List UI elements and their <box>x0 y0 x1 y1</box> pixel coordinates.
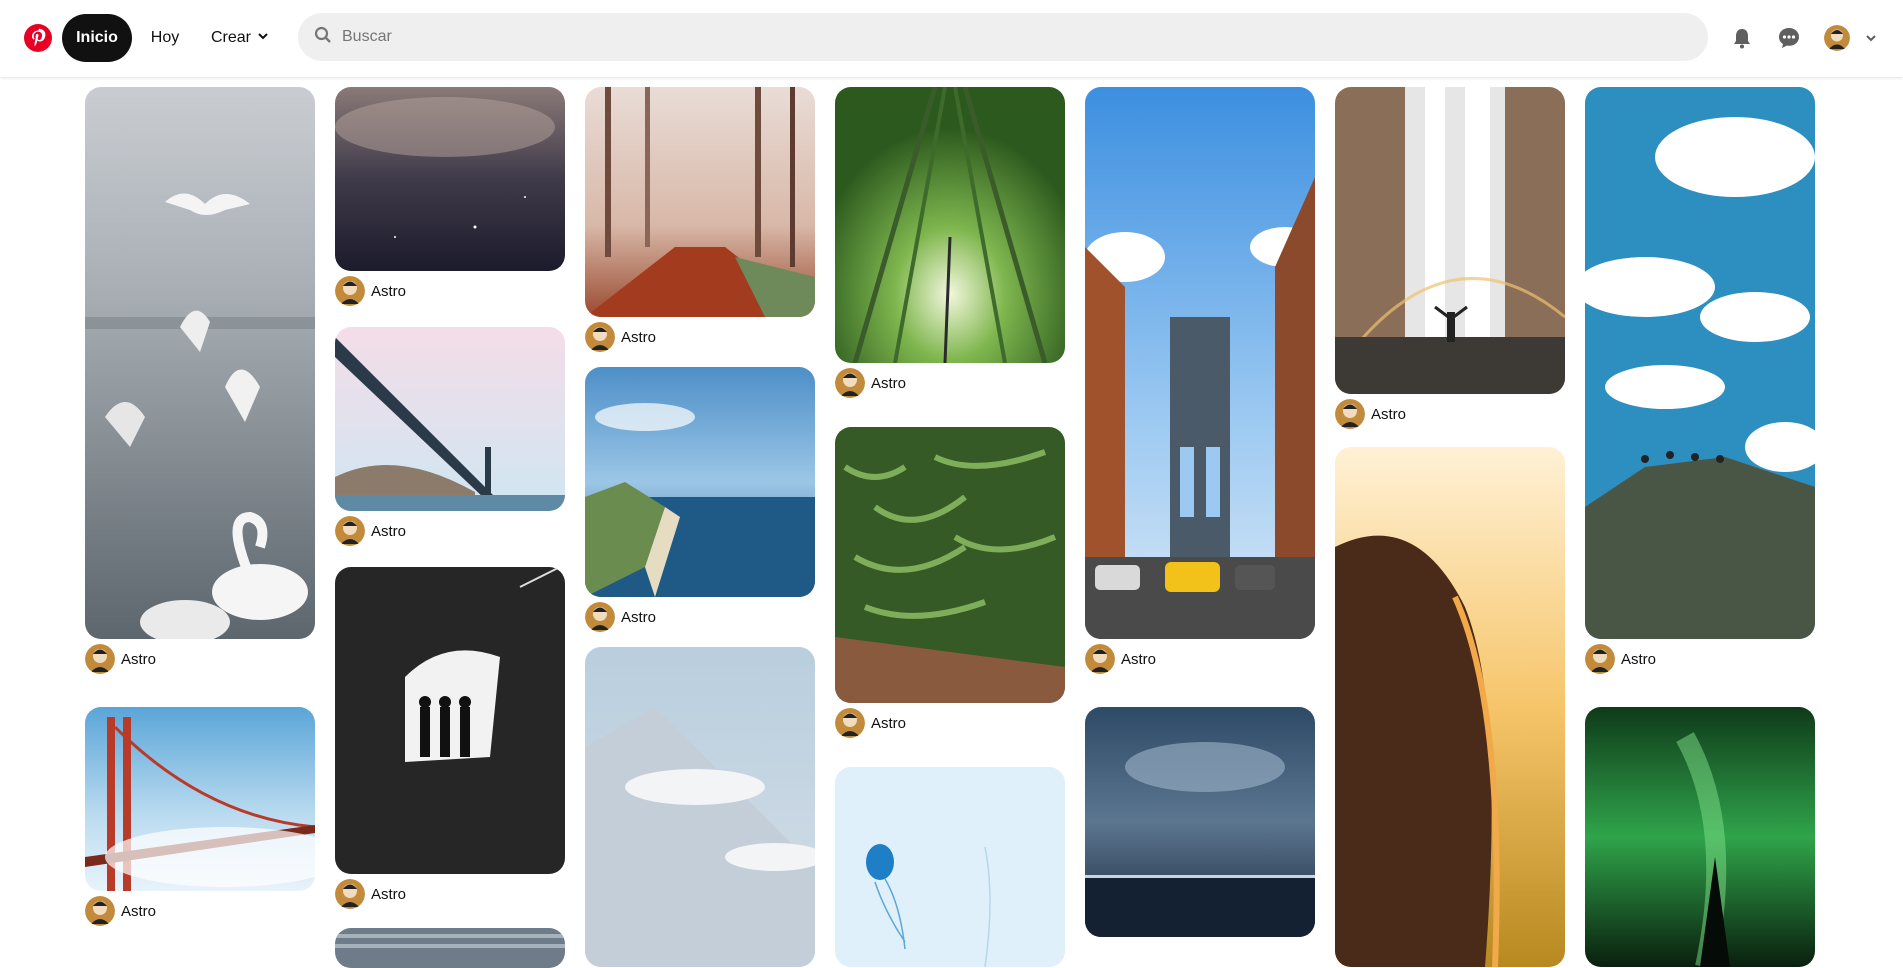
pin-author[interactable]: Astro <box>335 276 565 306</box>
pin-author-name[interactable]: Astro <box>621 329 656 346</box>
pin-image-coastal-cliffs[interactable] <box>585 367 815 597</box>
pin-author-name[interactable]: Astro <box>371 523 406 540</box>
pin-grid: Astro Astro Astro Astro Astro Astro Astr… <box>0 0 1903 968</box>
pin-card[interactable]: Astro <box>1085 87 1315 674</box>
pin-image-night-sky-clouds[interactable] <box>335 87 565 271</box>
search-input[interactable] <box>342 28 1642 46</box>
pinterest-logo[interactable] <box>24 24 52 52</box>
pin-image-green-beans[interactable] <box>835 427 1065 703</box>
pin-card[interactable]: Astro <box>335 327 565 546</box>
pin-author[interactable]: Astro <box>335 516 565 546</box>
pin-author[interactable]: Astro <box>1085 644 1315 674</box>
pin-card[interactable] <box>585 647 815 967</box>
account-menu-chevron-down-icon[interactable] <box>1859 23 1883 53</box>
avatar <box>335 276 365 306</box>
nav-home-button[interactable]: Inicio <box>62 14 132 62</box>
pin-author[interactable]: Astro <box>335 879 565 909</box>
pin-image-blue-jellyfish[interactable] <box>835 767 1065 967</box>
pin-author-name[interactable]: Astro <box>121 651 156 668</box>
pin-card[interactable]: Astro <box>835 427 1065 738</box>
pin-author[interactable]: Astro <box>835 368 1065 398</box>
avatar <box>85 644 115 674</box>
pin-author[interactable]: Astro <box>585 322 815 352</box>
pin-image-golden-gate-from-below[interactable] <box>335 327 565 511</box>
pin-card[interactable]: Astro <box>1585 87 1815 674</box>
avatar <box>85 896 115 926</box>
pin-card[interactable]: Astro <box>335 567 565 909</box>
pin-image-seagulls-swans[interactable] <box>85 87 315 639</box>
top-navigation-bar: Inicio Hoy Crear <box>0 0 1903 77</box>
avatar <box>1085 644 1115 674</box>
pin-card[interactable]: Astro <box>85 707 315 926</box>
avatar <box>835 708 865 738</box>
pin-image-partial[interactable] <box>335 928 565 968</box>
nav-today-button[interactable]: Hoy <box>140 14 190 62</box>
pin-author-name[interactable]: Astro <box>371 283 406 300</box>
pin-card[interactable] <box>1585 707 1815 967</box>
avatar <box>335 879 365 909</box>
search-bar[interactable] <box>298 13 1708 61</box>
pin-card[interactable]: Astro <box>335 87 565 306</box>
avatar <box>835 368 865 398</box>
avatar <box>585 602 615 632</box>
pin-card[interactable] <box>835 767 1065 967</box>
pin-card[interactable]: Astro <box>835 87 1065 398</box>
pin-image-stormy-ocean-sky[interactable] <box>1085 707 1315 937</box>
pin-image-northern-lights[interactable] <box>1585 707 1815 967</box>
pin-card[interactable] <box>1085 707 1315 937</box>
avatar <box>1335 399 1365 429</box>
pin-card[interactable]: Astro <box>585 87 815 352</box>
pin-author-name[interactable]: Astro <box>121 903 156 920</box>
pin-author[interactable]: Astro <box>1585 644 1815 674</box>
avatar <box>1824 25 1850 51</box>
pin-author-name[interactable]: Astro <box>871 715 906 732</box>
pin-author[interactable]: Astro <box>835 708 1065 738</box>
pin-card[interactable]: Astro <box>85 87 315 674</box>
nav-create-label: Crear <box>210 29 251 46</box>
pin-author-name[interactable]: Astro <box>621 609 656 626</box>
pin-card[interactable] <box>1335 447 1565 967</box>
pin-author[interactable]: Astro <box>1335 399 1565 429</box>
pin-card[interactable]: Astro <box>585 367 815 632</box>
avatar <box>585 322 615 352</box>
pin-author-name[interactable]: Astro <box>871 375 906 392</box>
avatar <box>1585 644 1615 674</box>
pin-image-clouds-cliff-people[interactable] <box>1585 87 1815 639</box>
nav-create-button[interactable]: Crear <box>200 14 280 62</box>
pin-author-name[interactable]: Astro <box>1621 651 1656 668</box>
search-icon <box>314 26 332 49</box>
pin-image-tunnel-silhouettes[interactable] <box>335 567 565 874</box>
pin-author-name[interactable]: Astro <box>1371 406 1406 423</box>
pin-author[interactable]: Astro <box>585 602 815 632</box>
pin-author[interactable]: Astro <box>85 896 315 926</box>
pin-card[interactable] <box>335 928 565 968</box>
pin-author[interactable]: Astro <box>85 644 315 674</box>
messages-chat-icon[interactable] <box>1774 23 1804 53</box>
pin-card[interactable]: Astro <box>1335 87 1565 429</box>
pin-author-name[interactable]: Astro <box>371 886 406 903</box>
chevron-down-icon <box>257 29 269 47</box>
pin-image-waterfall-rainbow[interactable] <box>1335 87 1565 394</box>
pin-author-name[interactable]: Astro <box>1121 651 1156 668</box>
pin-image-bamboo-forest[interactable] <box>835 87 1065 363</box>
pin-image-manhattan-bridge[interactable] <box>1085 87 1315 639</box>
pin-image-misty-mountains[interactable] <box>585 647 815 967</box>
pin-image-golden-gate-fog[interactable] <box>85 707 315 891</box>
pin-image-foggy-autumn-forest[interactable] <box>585 87 815 317</box>
avatar <box>335 516 365 546</box>
profile-avatar[interactable] <box>1822 23 1852 53</box>
pin-image-sunset-hair[interactable] <box>1335 447 1565 967</box>
notifications-bell-icon[interactable] <box>1727 23 1757 53</box>
